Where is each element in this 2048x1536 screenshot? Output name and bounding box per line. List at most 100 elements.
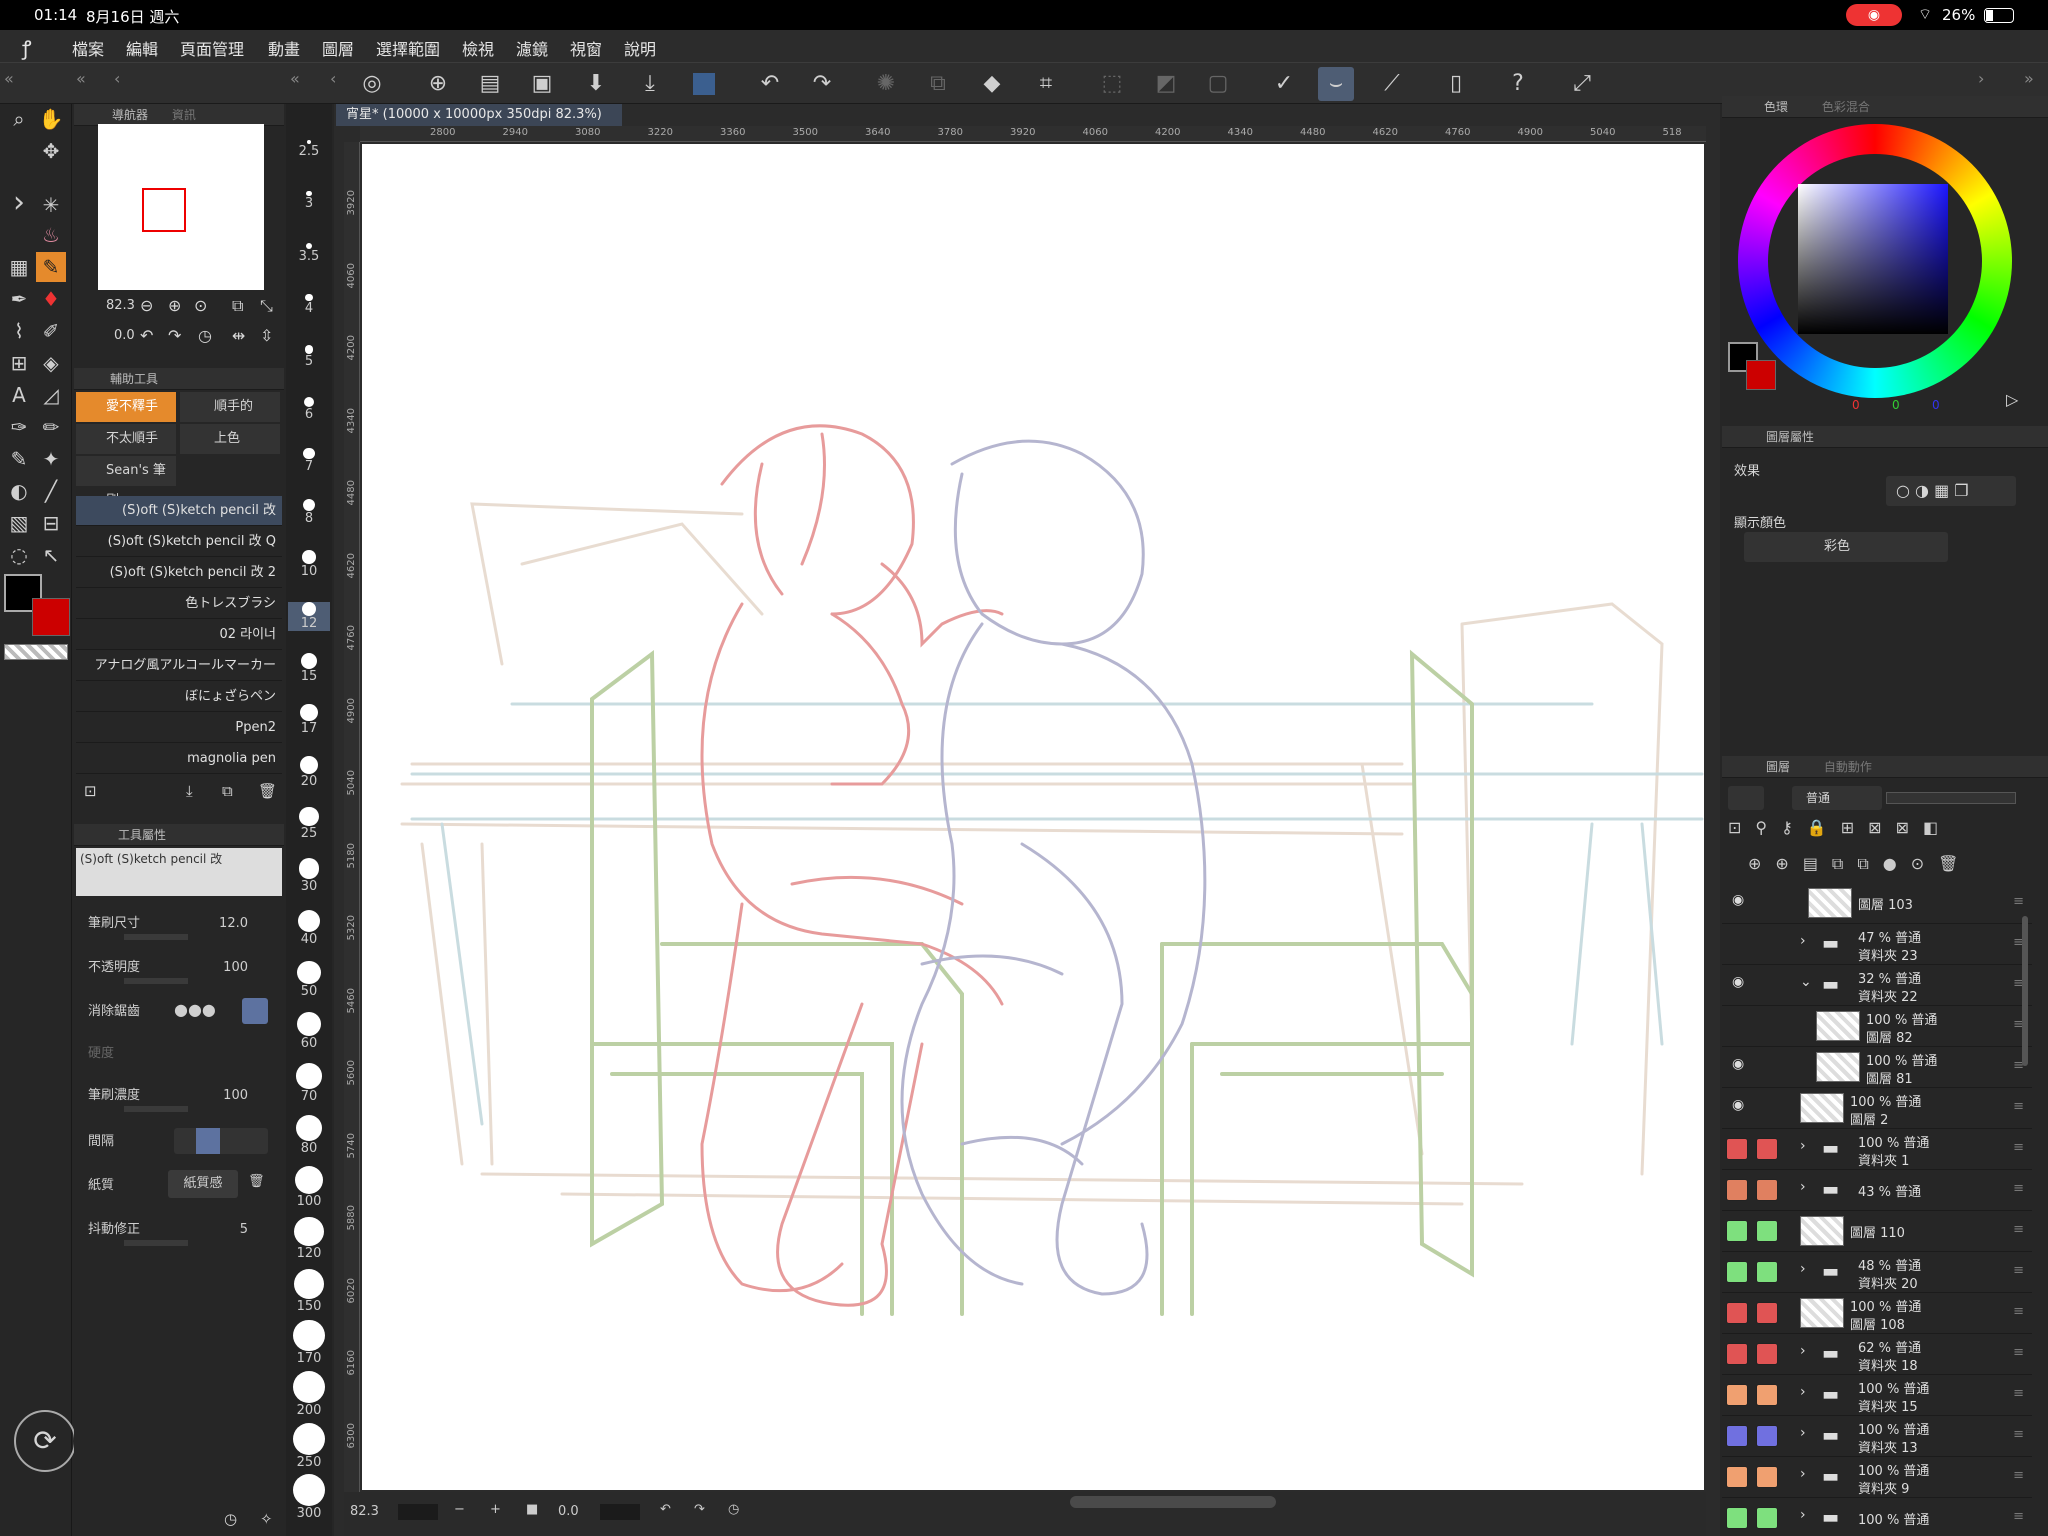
menu-window[interactable]: 視窗 [570,36,602,60]
eye-icon[interactable]: ◉ [1732,892,1748,908]
brush-size-preset[interactable]: 150 [288,1268,330,1314]
antialias-options-icon[interactable]: ●●● [174,1000,216,1019]
sparkle-tool-icon[interactable]: ✦ [36,444,66,474]
layer-color-tag[interactable] [1726,1343,1748,1365]
saturation-box[interactable] [1798,184,1948,334]
brush-item[interactable]: 色トレスブラシ [76,589,282,619]
collapse-nav-icon[interactable]: ‹ [114,69,120,88]
document-tab[interactable]: 宵星* (10000 x 10000px 350dpi 82.3%) [336,104,622,126]
layer-drag-handle-icon[interactable]: ≡ [2013,1509,2024,1524]
color-mix-tab[interactable]: 色彩混合 [1792,100,1870,114]
menu-filter[interactable]: 濾鏡 [516,36,548,60]
hand-tool-icon[interactable]: ✋ [36,104,66,134]
dropper-tool-icon[interactable]: ♦ [36,284,66,314]
eye-icon[interactable]: ◉ [1732,974,1748,990]
brush-size-preset[interactable]: 5 [288,345,330,369]
stabilize-value[interactable]: 5 [240,1222,248,1237]
display-color-select[interactable]: 彩色 [1744,532,1948,562]
navigator-preview[interactable] [98,124,264,290]
subtool-group-handy[interactable]: 順手的 [180,392,280,422]
flip-horizontal-icon[interactable]: ⇹ [232,326,245,345]
folder-toggle-icon[interactable]: › [1800,1343,1806,1359]
subtool-duplicate-icon[interactable]: ⧉ [222,782,233,800]
ink-tool-icon[interactable]: ✑ [4,412,34,442]
eye-icon[interactable]: ◉ [1732,1097,1748,1113]
gradient-tool-icon[interactable]: ▧ [4,508,34,538]
layer-scrollbar[interactable] [2022,916,2028,1066]
layer-tab[interactable]: 圖層 [1722,760,1790,774]
opacity-slider[interactable] [124,978,188,984]
app-logo-icon[interactable]: ꝭ [22,34,31,61]
ruler-tool-icon[interactable]: ⊟ [36,508,66,538]
expand-panel-icon[interactable]: › [4,188,34,218]
bottom-zoom-in-icon[interactable]: + [490,1502,501,1517]
brush-tool-icon[interactable]: ⌇ [4,316,34,346]
toolprop-wrench-icon[interactable]: ✧ [260,1510,273,1528]
folder-toggle-icon[interactable]: › [1800,1466,1806,1482]
layer-color-tag[interactable] [1756,1138,1778,1160]
layer-lock-icons[interactable]: ⊡⚲⚷🔒⊞⊠⊠◧ [1728,818,2038,846]
horizontal-scrollbar[interactable] [1070,1496,1276,1508]
layerprop-tab[interactable]: 圖層屬性 [1722,430,1814,444]
bottom-rotate-left-icon[interactable]: ↶ [660,1502,671,1517]
brush-size-preset[interactable]: 50 [288,960,330,999]
brush-size-row[interactable]: 筆刷尺寸 12.0 [88,908,278,948]
layer-row[interactable]: › ▬ 100 % 普通 資料夾 1 ≡ [1722,1128,2032,1170]
pencil-tool-icon[interactable]: ✎ [36,252,66,282]
layer-color-tag[interactable] [1756,1384,1778,1406]
ruler-pen-icon[interactable]: ✓ [1266,67,1302,101]
layer-drag-handle-icon[interactable]: ≡ [2013,1263,2024,1278]
brush-size-preset[interactable]: 80 [288,1114,330,1156]
move-tool-icon[interactable]: ✥ [36,136,66,166]
brush-size-preset[interactable]: 7 [288,447,330,474]
reset-rotation-icon[interactable]: ◷ [198,326,212,345]
export-png-icon[interactable]: ▣ [524,67,560,101]
color-more-icon[interactable]: ▷ [2006,390,2018,409]
app-home-icon[interactable]: ◎ [354,67,390,101]
spacing-options[interactable] [174,1128,268,1154]
layer-drag-handle-icon[interactable]: ≡ [2013,1099,2024,1114]
menu-animation[interactable]: 動畫 [268,36,300,60]
sub-color-swatch[interactable] [32,598,70,636]
layer-drag-handle-icon[interactable]: ≡ [2013,1181,2024,1196]
folder-toggle-icon[interactable]: › [1800,1507,1806,1523]
layer-color-tag[interactable] [1756,1179,1778,1201]
brush-size-value[interactable]: 12.0 [219,916,248,931]
brush-item[interactable]: 02 라이너 [76,620,282,650]
stabilize-row[interactable]: 抖動修正 5 [88,1214,278,1254]
brush-item[interactable]: magnolia pen [76,744,282,774]
layer-color-tag[interactable] [1726,1425,1748,1447]
brush-item[interactable]: (S)oft (S)ketch pencil 改 2 [76,558,282,588]
brush-item[interactable]: Ppen2 [76,713,282,743]
antialias-row[interactable]: 消除鋸齒 ●●● [88,996,278,1036]
layer-color-tag[interactable] [1726,1261,1748,1283]
pen2-tool-icon[interactable]: ✐ [36,316,66,346]
spacing-row[interactable]: 間隔 [88,1126,278,1166]
brush-size-preset[interactable]: 4 [288,293,330,316]
brush-size-preset[interactable]: 40 [288,909,330,947]
loading-icon[interactable]: ✺ [868,67,904,101]
brush-size-preset[interactable]: 10 [288,550,330,579]
subtool-delete-icon[interactable]: 🗑 [258,782,277,800]
invert-selection-icon[interactable]: ◩ [1148,67,1184,101]
menu-page[interactable]: 頁面管理 [180,36,244,60]
layer-color-tag[interactable] [1756,1302,1778,1324]
brush-size-preset[interactable]: 30 [288,858,330,894]
layer-row[interactable]: 圖層 110 ≡ [1722,1210,2032,1252]
layer-action-icons[interactable]: ⊕⊕▤⧉⧉●⊙🗑 [1748,854,2038,882]
density-value[interactable]: 100 [223,1088,248,1103]
layer-row[interactable]: › ▬ 62 % 普通 資料夾 18 ≡ [1722,1333,2032,1375]
layer-drag-handle-icon[interactable]: ≡ [2013,1468,2024,1483]
layer-row[interactable]: › ▬ 100 % 普通 資料夾 9 ≡ [1722,1456,2032,1498]
layer-drag-handle-icon[interactable]: ≡ [2013,1304,2024,1319]
brush-size-preset[interactable]: 100 [288,1166,330,1209]
layer-row[interactable]: › ▬ 47 % 普通 資料夾 23 ≡ [1722,923,2032,965]
brush-size-preset[interactable]: 120 [288,1217,330,1261]
balloon-tool-icon[interactable]: ◿ [36,380,66,410]
brush-size-preset[interactable]: 12 [288,601,330,632]
brush-size-preset[interactable]: 3.5 [288,242,330,264]
collapse-canvas-icon[interactable]: ‹ [330,69,336,88]
bucket-tool-icon[interactable]: ◐ [4,476,34,506]
open-file-icon[interactable]: ▤ [472,67,508,101]
hue-ring[interactable] [1738,124,2012,398]
